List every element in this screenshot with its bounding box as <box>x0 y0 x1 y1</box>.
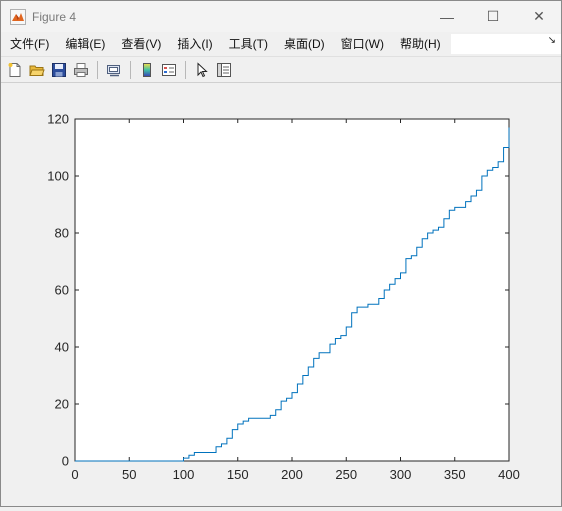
y-tick-label: 120 <box>47 112 69 127</box>
y-tick-label: 20 <box>55 397 69 412</box>
menu-tools[interactable]: 工具(T) <box>221 32 276 56</box>
legend-icon[interactable] <box>160 61 178 79</box>
menu-view[interactable]: 查看(V) <box>113 32 169 56</box>
x-tick-label: 200 <box>281 467 303 482</box>
menu-window[interactable]: 窗口(W) <box>333 32 392 56</box>
y-tick-label: 100 <box>47 169 69 184</box>
toolbar-separator <box>185 60 186 79</box>
title-bar[interactable]: Figure 4 — ☐ ✕ <box>1 1 561 32</box>
x-tick-label: 400 <box>498 467 520 482</box>
x-tick-label: 300 <box>390 467 412 482</box>
x-tick-label: 100 <box>173 467 195 482</box>
matlab-icon <box>10 8 26 25</box>
save-icon[interactable] <box>50 61 68 79</box>
new-figure-icon[interactable] <box>6 61 24 79</box>
maximize-button[interactable]: ☐ <box>470 1 516 32</box>
figure-toolbar <box>1 56 561 83</box>
close-button[interactable]: ✕ <box>516 1 562 32</box>
menu-edit[interactable]: 编辑(E) <box>57 32 113 56</box>
figure-canvas: 0 50 100 150 200 250 300 350 400 0 20 40 60 80 100 120 <box>1 83 561 506</box>
print-icon[interactable] <box>72 61 90 79</box>
axes <box>74 118 510 462</box>
x-tick-label: 0 <box>71 467 78 482</box>
menu-file[interactable]: 文件(F) <box>1 32 57 56</box>
x-tick-label: 150 <box>227 467 249 482</box>
property-inspector-icon[interactable] <box>215 61 233 79</box>
link-icon[interactable] <box>105 61 123 79</box>
minimize-button[interactable]: — <box>424 1 470 32</box>
x-tick-label: 250 <box>335 467 357 482</box>
colorbar-icon[interactable] <box>138 61 156 79</box>
x-tick-label: 350 <box>444 467 466 482</box>
menu-help[interactable]: 帮助(H) <box>392 32 449 56</box>
window-title: Figure 4 <box>32 9 77 24</box>
toolbar-separator <box>130 60 131 79</box>
x-tick-label: 50 <box>122 467 136 482</box>
menu-overflow-icon[interactable]: ↘ <box>548 35 556 46</box>
line-plot: 0 50 100 150 200 250 300 350 400 0 20 40 60 80 100 120 <box>47 112 520 483</box>
menu-bar: 文件(F) 编辑(E) 查看(V) 插入(I) 工具(T) 桌面(D) 窗口(W… <box>1 32 561 56</box>
y-tick-label: 0 <box>62 454 69 469</box>
toolbar-separator <box>97 60 98 79</box>
menu-insert[interactable]: 插入(I) <box>169 32 220 56</box>
figure-window: Figure 4 — ☐ ✕ 文件(F) 编辑(E) 查看(V) 插入(I) 工… <box>0 0 562 507</box>
y-tick-label: 80 <box>55 226 69 241</box>
pointer-icon[interactable] <box>193 61 211 79</box>
open-icon[interactable] <box>28 61 46 79</box>
y-tick-label: 40 <box>55 340 69 355</box>
menu-blank-area <box>451 34 561 54</box>
y-tick-label: 60 <box>55 283 69 298</box>
menu-desktop[interactable]: 桌面(D) <box>276 32 333 56</box>
